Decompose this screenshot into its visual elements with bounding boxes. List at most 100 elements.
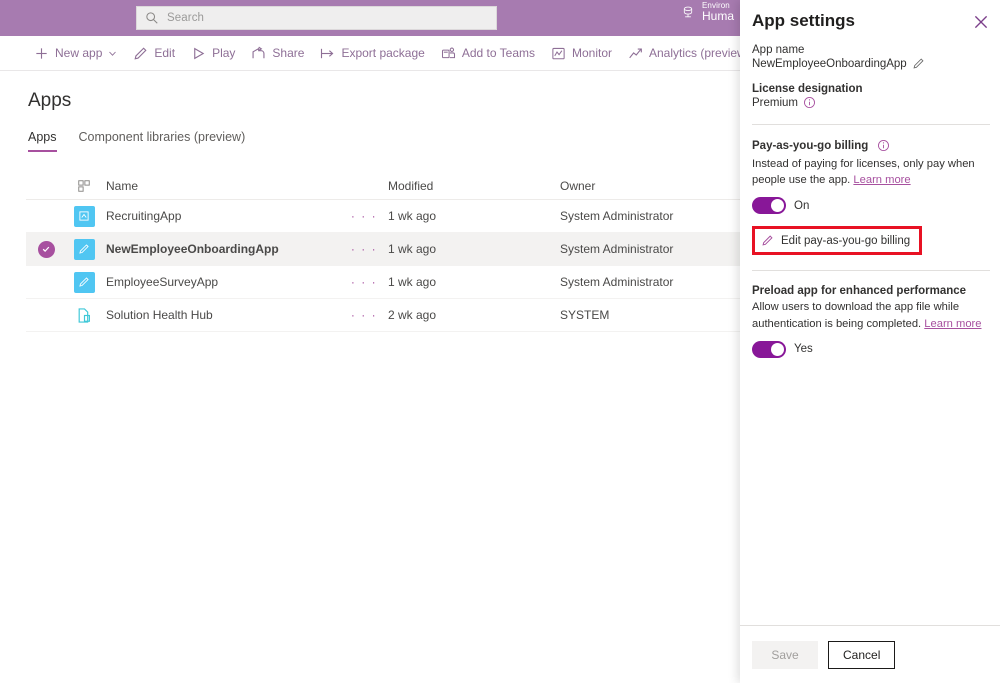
environment-text: Environ Huma <box>702 2 734 23</box>
app-owner: System Administrator <box>560 242 740 256</box>
cancel-button[interactable]: Cancel <box>828 641 895 669</box>
canvas-app-icon <box>74 272 95 293</box>
row-overflow-button[interactable]: · · · <box>340 209 388 223</box>
monitor-label: Monitor <box>572 46 612 60</box>
search-icon <box>145 11 159 25</box>
pencil-icon <box>761 234 774 247</box>
tab-list: Apps Component libraries (preview) <box>28 130 245 152</box>
analytics-icon <box>628 46 643 61</box>
solution-page-icon <box>74 305 95 326</box>
environment-name: Huma <box>702 10 734 23</box>
toggle-knob <box>771 199 784 212</box>
export-icon <box>320 46 335 61</box>
grid-header-row: Name Modified Owner <box>26 172 740 200</box>
table-row[interactable]: NewEmployeeOnboardingApp · · · 1 wk ago … <box>26 233 740 266</box>
environment-icon <box>680 4 696 20</box>
app-type-column-header[interactable] <box>66 179 102 193</box>
play-label: Play <box>212 46 235 60</box>
app-settings-panel: App settings App name NewEmployeeOnboard… <box>740 0 1000 683</box>
payg-learn-more-link[interactable]: Learn more <box>853 174 910 186</box>
app-name-label: App name <box>752 44 990 56</box>
preload-label: Preload app for enhanced performance <box>752 285 990 297</box>
grid-columns-icon <box>77 179 91 193</box>
play-button[interactable]: Play <box>183 36 243 70</box>
app-name-value-row: NewEmployeeOnboardingApp <box>752 57 990 70</box>
add-to-teams-label: Add to Teams <box>462 46 535 60</box>
table-row[interactable]: RecruitingApp · · · 1 wk ago System Admi… <box>26 200 740 233</box>
apps-grid: Name Modified Owner RecruitingApp · · · … <box>26 172 740 332</box>
app-modified: 1 wk ago <box>388 242 560 256</box>
info-icon[interactable] <box>803 96 816 109</box>
pencil-icon[interactable] <box>912 57 925 70</box>
app-owner: System Administrator <box>560 275 740 289</box>
toggle-knob <box>771 343 784 356</box>
divider <box>752 270 990 271</box>
panel-title: App settings <box>752 11 855 31</box>
table-row[interactable]: Solution Health Hub · · · 2 wk ago SYSTE… <box>26 299 740 332</box>
app-modified: 2 wk ago <box>388 308 560 322</box>
payg-toggle-state: On <box>794 200 809 212</box>
payg-description: Instead of paying for licenses, only pay… <box>752 156 990 188</box>
edit-payg-highlight: Edit pay-as-you-go billing <box>752 226 922 255</box>
app-name[interactable]: Solution Health Hub <box>102 308 340 322</box>
info-icon[interactable] <box>877 139 890 152</box>
divider <box>752 124 990 125</box>
license-designation-label: License designation <box>752 83 990 95</box>
chevron-down-icon <box>108 49 117 58</box>
search-input[interactable]: Search <box>136 6 497 30</box>
canvas-app-icon <box>74 239 95 260</box>
edit-label: Edit <box>154 46 175 60</box>
payg-label: Pay-as-you-go billing <box>752 140 868 152</box>
table-row[interactable]: EmployeeSurveyApp · · · 1 wk ago System … <box>26 266 740 299</box>
app-name[interactable]: RecruitingApp <box>102 209 340 223</box>
app-name[interactable]: NewEmployeeOnboardingApp <box>102 242 340 256</box>
preload-description: Allow users to download the app file whi… <box>752 299 990 331</box>
row-overflow-button[interactable]: · · · <box>340 308 388 322</box>
new-app-button[interactable]: New app <box>26 36 125 70</box>
page-title: Apps <box>28 90 71 112</box>
row-select-cell[interactable] <box>26 241 66 258</box>
tab-component-libraries[interactable]: Component libraries (preview) <box>79 130 246 152</box>
export-package-label: Export package <box>341 46 424 60</box>
play-icon <box>191 46 206 61</box>
share-button[interactable]: Share <box>243 36 312 70</box>
panel-footer: Save Cancel <box>740 625 1000 683</box>
share-icon <box>251 46 266 61</box>
monitor-icon <box>551 46 566 61</box>
plus-icon <box>34 46 49 61</box>
app-modified: 1 wk ago <box>388 209 560 223</box>
new-app-label: New app <box>55 46 102 60</box>
license-designation-value: Premium <box>752 97 798 109</box>
name-column-header[interactable]: Name <box>102 179 340 193</box>
row-app-icon-cell <box>66 206 102 227</box>
row-app-icon-cell <box>66 239 102 260</box>
edit-payg-billing-button[interactable]: Edit pay-as-you-go billing <box>761 234 910 247</box>
panel-body: App name NewEmployeeOnboardingApp Licens… <box>752 44 990 358</box>
save-button[interactable]: Save <box>752 641 818 669</box>
modified-column-header[interactable]: Modified <box>388 179 560 193</box>
add-to-teams-button[interactable]: Add to Teams <box>433 36 543 70</box>
preload-toggle-state: Yes <box>794 343 813 355</box>
preload-toggle-row: Yes <box>752 341 990 358</box>
tab-apps[interactable]: Apps <box>28 130 57 152</box>
teams-icon <box>441 46 456 61</box>
row-overflow-button[interactable]: · · · <box>340 242 388 256</box>
app-name-value: NewEmployeeOnboardingApp <box>752 58 907 70</box>
app-modified: 1 wk ago <box>388 275 560 289</box>
app-name[interactable]: EmployeeSurveyApp <box>102 275 340 289</box>
canvas-app-icon <box>74 206 95 227</box>
share-label: Share <box>272 46 304 60</box>
monitor-button[interactable]: Monitor <box>543 36 620 70</box>
environment-indicator[interactable]: Environ Huma <box>680 2 734 23</box>
preload-toggle[interactable] <box>752 341 786 358</box>
owner-column-header[interactable]: Owner <box>560 179 740 193</box>
payg-toggle-row: On <box>752 197 990 214</box>
row-overflow-button[interactable]: · · · <box>340 275 388 289</box>
payg-toggle[interactable] <box>752 197 786 214</box>
export-package-button[interactable]: Export package <box>312 36 432 70</box>
preload-learn-more-link[interactable]: Learn more <box>924 318 981 330</box>
edit-button[interactable]: Edit <box>125 36 183 70</box>
checkmark-icon <box>38 241 55 258</box>
close-icon[interactable] <box>972 13 990 31</box>
analytics-button[interactable]: Analytics (preview) <box>620 36 758 70</box>
